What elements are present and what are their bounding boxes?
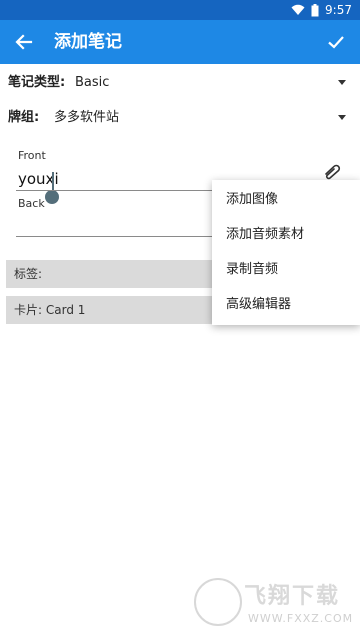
battery-icon [311,3,319,16]
back-button[interactable] [8,26,40,58]
tags-label: 标签: [14,267,43,281]
status-time: 9:57 [325,3,352,17]
watermark: 飞翔下载 WWW.FXXZ.COM [192,576,356,636]
save-button[interactable] [320,26,352,58]
menu-item-record-audio[interactable]: 录制音频 [212,252,360,288]
menu-item-add-image[interactable]: 添加图像 [212,182,360,218]
status-bar: 9:57 [0,0,360,20]
menu-item-label: 添加图像 [226,192,279,207]
wifi-icon [291,4,305,15]
note-type-value: Basic [75,75,110,90]
watermark-url: WWW.FXXZ.COM [248,612,354,625]
menu-item-label: 录制音频 [226,262,279,277]
attachment-button[interactable] [322,164,342,180]
note-type-label: 笔记类型: [8,75,66,90]
chevron-down-icon [338,115,346,120]
watermark-title: 飞翔下载 [244,584,341,609]
front-field-underline [16,190,212,191]
watermark-logo-icon [194,578,242,626]
arrow-left-icon [15,34,33,50]
deck-selector[interactable]: 牌组: 多多软件站 [0,101,360,135]
text-selection-handle[interactable] [45,190,59,204]
deck-value: 多多软件站 [54,110,120,125]
note-type-selector[interactable]: 笔记类型: Basic [0,66,360,100]
back-field-underline [16,236,212,237]
back-field-label: Back [18,197,45,210]
status-icons: 9:57 [291,0,352,20]
menu-item-label: 添加音频素材 [226,227,305,242]
check-icon [328,36,344,49]
page-title: 添加笔记 [54,32,122,52]
app-bar: 添加笔记 [0,20,360,64]
deck-label: 牌组: [8,110,40,125]
front-field-label: Front [18,149,46,162]
cards-label: 卡片: Card 1 [14,303,86,317]
menu-item-label: 高级编辑器 [226,297,292,312]
menu-item-add-audio[interactable]: 添加音频素材 [212,217,360,253]
paperclip-icon [325,164,341,180]
text-cursor [52,172,54,190]
chevron-down-icon [338,80,346,85]
attachment-menu: 添加图像 添加音频素材 录制音频 高级编辑器 [212,180,360,325]
menu-item-advanced-editor[interactable]: 高级编辑器 [212,287,360,323]
